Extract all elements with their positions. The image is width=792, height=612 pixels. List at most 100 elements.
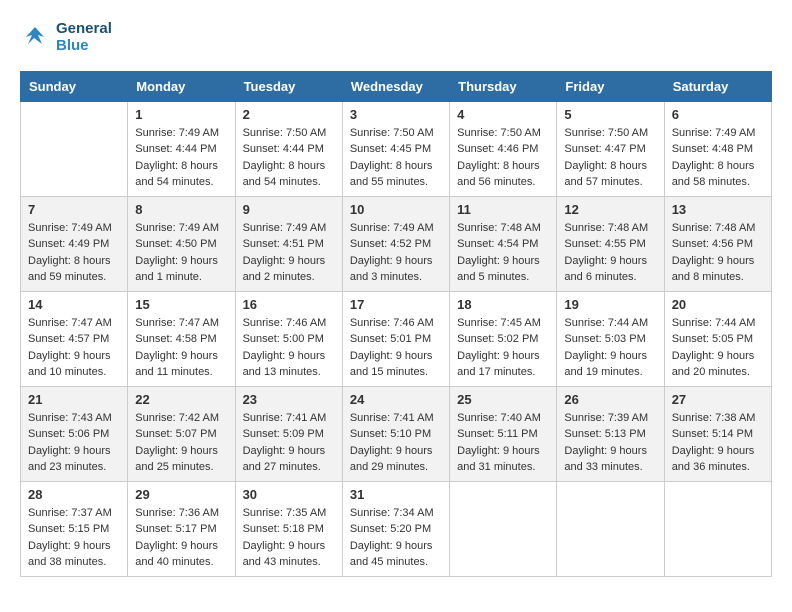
day-number: 19 [564,297,656,312]
day-number: 18 [457,297,549,312]
calendar-cell: 6 Sunrise: 7:49 AM Sunset: 4:48 PM Daylig… [664,101,771,196]
day-info: Sunrise: 7:36 AM Sunset: 5:17 PM Dayligh… [135,505,227,571]
day-number: 30 [243,487,335,502]
calendar-cell: 24 Sunrise: 7:41 AM Sunset: 5:10 PM Dayli… [342,386,449,481]
calendar-cell: 19 Sunrise: 7:44 AM Sunset: 5:03 PM Dayli… [557,291,664,386]
calendar-cell: 9Sunrise: 7:49 AM Sunset: 4:51 PM Daylig… [235,196,342,291]
day-info: Sunrise: 7:42 AM Sunset: 5:07 PM Dayligh… [135,410,227,476]
header-day-tuesday: Tuesday [235,71,342,101]
calendar-header-row: SundayMondayTuesdayWednesdayThursdayFrid… [21,71,772,101]
calendar-cell: 25Sunrise: 7:40 AM Sunset: 5:11 PM Dayli… [450,386,557,481]
calendar-cell: 18 Sunrise: 7:45 AM Sunset: 5:02 PM Dayli… [450,291,557,386]
calendar-cell: 30 Sunrise: 7:35 AM Sunset: 5:18 PM Dayli… [235,481,342,576]
calendar-cell: 11Sunrise: 7:48 AM Sunset: 4:54 PM Dayli… [450,196,557,291]
day-info: Sunrise: 7:49 AM Sunset: 4:48 PM Dayligh… [672,125,764,191]
header-day-wednesday: Wednesday [342,71,449,101]
day-number: 26 [564,392,656,407]
day-number: 20 [672,297,764,312]
day-info: Sunrise: 7:49 AM Sunset: 4:50 PM Dayligh… [135,220,227,286]
logo-general: General [56,20,112,37]
day-number: 5 [564,107,656,122]
day-info: Sunrise: 7:35 AM Sunset: 5:18 PM Dayligh… [243,505,335,571]
calendar-cell: 10 Sunrise: 7:49 AM Sunset: 4:52 PM Dayli… [342,196,449,291]
day-info: Sunrise: 7:47 AM Sunset: 4:58 PM Dayligh… [135,315,227,381]
day-number: 29 [135,487,227,502]
day-number: 15 [135,297,227,312]
day-number: 6 [672,107,764,122]
day-number: 25 [457,392,549,407]
day-info: Sunrise: 7:45 AM Sunset: 5:02 PM Dayligh… [457,315,549,381]
day-info: Sunrise: 7:50 AM Sunset: 4:45 PM Dayligh… [350,125,442,191]
day-number: 7 [28,202,120,217]
day-number: 2 [243,107,335,122]
calendar-cell: 13Sunrise: 7:48 AM Sunset: 4:56 PM Dayli… [664,196,771,291]
day-info: Sunrise: 7:49 AM Sunset: 4:52 PM Dayligh… [350,220,442,286]
header-day-thursday: Thursday [450,71,557,101]
calendar-cell: 23 Sunrise: 7:41 AM Sunset: 5:09 PM Dayli… [235,386,342,481]
day-number: 22 [135,392,227,407]
day-info: Sunrise: 7:44 AM Sunset: 5:03 PM Dayligh… [564,315,656,381]
calendar-cell: 4Sunrise: 7:50 AM Sunset: 4:46 PM Daylig… [450,101,557,196]
day-number: 17 [350,297,442,312]
day-info: Sunrise: 7:48 AM Sunset: 4:56 PM Dayligh… [672,220,764,286]
calendar-cell: 20 Sunrise: 7:44 AM Sunset: 5:05 PM Dayli… [664,291,771,386]
calendar-cell: 31 Sunrise: 7:34 AM Sunset: 5:20 PM Dayli… [342,481,449,576]
day-number: 11 [457,202,549,217]
day-info: Sunrise: 7:44 AM Sunset: 5:05 PM Dayligh… [672,315,764,381]
calendar-cell: 7 Sunrise: 7:49 AM Sunset: 4:49 PM Daylig… [21,196,128,291]
day-info: Sunrise: 7:49 AM Sunset: 4:44 PM Dayligh… [135,125,227,191]
day-info: Sunrise: 7:49 AM Sunset: 4:49 PM Dayligh… [28,220,120,286]
day-info: Sunrise: 7:38 AM Sunset: 5:14 PM Dayligh… [672,410,764,476]
day-info: Sunrise: 7:50 AM Sunset: 4:44 PM Dayligh… [243,125,335,191]
logo-bird-icon [20,22,50,52]
day-number: 24 [350,392,442,407]
day-info: Sunrise: 7:34 AM Sunset: 5:20 PM Dayligh… [350,505,442,571]
day-number: 23 [243,392,335,407]
calendar-cell: 22 Sunrise: 7:42 AM Sunset: 5:07 PM Dayli… [128,386,235,481]
week-row-2: 7 Sunrise: 7:49 AM Sunset: 4:49 PM Daylig… [21,196,772,291]
calendar-cell: 1 Sunrise: 7:49 AM Sunset: 4:44 PM Daylig… [128,101,235,196]
week-row-5: 28Sunrise: 7:37 AM Sunset: 5:15 PM Dayli… [21,481,772,576]
week-row-1: 1 Sunrise: 7:49 AM Sunset: 4:44 PM Daylig… [21,101,772,196]
day-number: 31 [350,487,442,502]
logo: General Blue [20,20,112,55]
day-number: 10 [350,202,442,217]
calendar-cell: 15 Sunrise: 7:47 AM Sunset: 4:58 PM Dayli… [128,291,235,386]
day-number: 1 [135,107,227,122]
calendar-cell [450,481,557,576]
day-info: Sunrise: 7:48 AM Sunset: 4:55 PM Dayligh… [564,220,656,286]
header-day-friday: Friday [557,71,664,101]
day-number: 14 [28,297,120,312]
calendar-cell: 29 Sunrise: 7:36 AM Sunset: 5:17 PM Dayli… [128,481,235,576]
calendar-cell [21,101,128,196]
day-number: 8 [135,202,227,217]
day-number: 27 [672,392,764,407]
calendar-cell: 2 Sunrise: 7:50 AM Sunset: 4:44 PM Daylig… [235,101,342,196]
day-info: Sunrise: 7:41 AM Sunset: 5:10 PM Dayligh… [350,410,442,476]
calendar-cell [664,481,771,576]
day-number: 21 [28,392,120,407]
calendar-cell: 3 Sunrise: 7:50 AM Sunset: 4:45 PM Daylig… [342,101,449,196]
day-info: Sunrise: 7:46 AM Sunset: 5:01 PM Dayligh… [350,315,442,381]
week-row-4: 21Sunrise: 7:43 AM Sunset: 5:06 PM Dayli… [21,386,772,481]
calendar-cell [557,481,664,576]
calendar-cell: 27 Sunrise: 7:38 AM Sunset: 5:14 PM Dayli… [664,386,771,481]
logo-blue: Blue [56,37,112,54]
day-info: Sunrise: 7:39 AM Sunset: 5:13 PM Dayligh… [564,410,656,476]
calendar-cell: 5Sunrise: 7:50 AM Sunset: 4:47 PM Daylig… [557,101,664,196]
day-info: Sunrise: 7:50 AM Sunset: 4:46 PM Dayligh… [457,125,549,191]
day-info: Sunrise: 7:47 AM Sunset: 4:57 PM Dayligh… [28,315,120,381]
calendar-cell: 28Sunrise: 7:37 AM Sunset: 5:15 PM Dayli… [21,481,128,576]
calendar-cell: 26 Sunrise: 7:39 AM Sunset: 5:13 PM Dayli… [557,386,664,481]
day-info: Sunrise: 7:41 AM Sunset: 5:09 PM Dayligh… [243,410,335,476]
day-info: Sunrise: 7:46 AM Sunset: 5:00 PM Dayligh… [243,315,335,381]
header-day-sunday: Sunday [21,71,128,101]
day-info: Sunrise: 7:49 AM Sunset: 4:51 PM Dayligh… [243,220,335,286]
calendar-cell: 16 Sunrise: 7:46 AM Sunset: 5:00 PM Dayli… [235,291,342,386]
day-number: 3 [350,107,442,122]
calendar-body: 1 Sunrise: 7:49 AM Sunset: 4:44 PM Daylig… [21,101,772,576]
page-header: General Blue [20,20,772,55]
day-number: 16 [243,297,335,312]
day-info: Sunrise: 7:37 AM Sunset: 5:15 PM Dayligh… [28,505,120,571]
calendar-cell: 8 Sunrise: 7:49 AM Sunset: 4:50 PM Daylig… [128,196,235,291]
